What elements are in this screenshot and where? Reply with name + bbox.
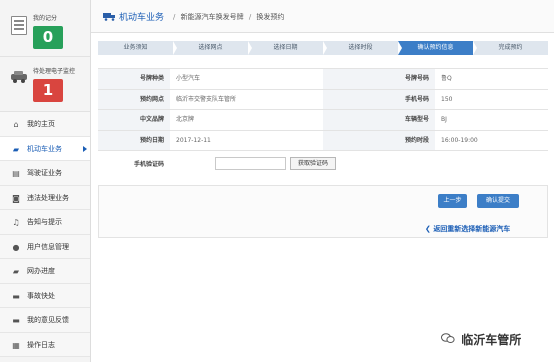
get-code-button[interactable]: 获取验证码 (290, 157, 336, 170)
home-icon: ⌂ (13, 120, 19, 129)
model-value: BJ (441, 116, 447, 123)
document-icon (11, 16, 27, 35)
sidebar-item-label: 网办进度 (27, 267, 55, 275)
table-row: 号牌种类 小型汽车 号牌号码 鲁Q (98, 69, 548, 90)
breadcrumb: / 新能源汽车换发号牌 / 换发预约 (170, 12, 284, 22)
branch-value: 临沂市交警支队车管所 (176, 95, 237, 103)
sidebar-item-log[interactable]: ▦ 操作日志 (0, 332, 90, 357)
car-icon: ▬ (12, 291, 20, 301)
sidebar-item-label: 违法处理业务 (27, 193, 69, 202)
table-row: 中文品牌 北京牌 车辆型号 BJ (98, 110, 548, 131)
phone-label: 手机号码 (323, 89, 435, 109)
score-panel: 我的记分 0 (0, 0, 90, 57)
truck-icon: ▰ (12, 144, 20, 154)
back-link-label: 返回重新选择新能源汽车 (433, 225, 511, 233)
sidebar-item-home[interactable]: ⌂ 我的主页 (0, 112, 90, 137)
truck-icon (103, 13, 115, 21)
time-label: 预约时段 (323, 130, 435, 150)
branch-label: 预约网点 (98, 89, 170, 109)
sidebar-item-accident[interactable]: ▬ 事故快处 (0, 283, 90, 308)
sidebar-item-label: 用户信息管理 (27, 242, 69, 251)
sidebar-item-feedback[interactable]: ▬ 我的意见反馈 (0, 308, 90, 333)
appointment-info-table: 号牌种类 小型汽车 号牌号码 鲁Q 预约网点 临沂市交警支队车管所 手机号码 1… (98, 68, 548, 178)
verification-code-input[interactable] (215, 157, 286, 170)
breadcrumb-item[interactable]: 新能源汽车换发号牌 (181, 13, 244, 21)
phone-value: 150 (441, 95, 453, 103)
score-value[interactable]: 0 (33, 26, 63, 49)
plate-type-label: 号牌种类 (98, 69, 170, 89)
date-label: 预约日期 (98, 130, 170, 150)
model-label: 车辆型号 (323, 110, 435, 130)
truck-icon: ▰ (12, 267, 20, 276)
bell-icon: ♫ (12, 218, 20, 227)
sidebar-item-notice[interactable]: ♫ 告知与提示 (0, 210, 90, 235)
log-icon: ▦ (12, 340, 20, 350)
sidebar-item-label: 事故快处 (27, 291, 55, 300)
breadcrumb-item: 换发预约 (256, 13, 285, 21)
back-link[interactable]: ❮ 返回重新选择新能源汽车 (425, 224, 510, 234)
camera-car-icon (11, 71, 27, 83)
breadcrumb-separator: / (173, 13, 176, 21)
sidebar-item-label: 机动车业务 (27, 144, 62, 153)
camera-icon: ◙ (12, 193, 20, 203)
breadcrumb-separator: / (248, 13, 252, 21)
plate-no-value: 鲁Q (441, 75, 452, 82)
score-label: 我的记分 (33, 15, 58, 22)
chevron-right-icon (83, 145, 87, 152)
step-item-current: 确认预约信息 (398, 41, 477, 55)
page-header: 机动车业务 / 新能源汽车换发号牌 / 换发预约 (91, 0, 554, 33)
step-item: 业务须知 (98, 41, 177, 55)
plate-type-value: 小型汽车 (176, 75, 201, 82)
step-item: 选择时段 (323, 41, 402, 55)
brand-value: 北京牌 (176, 116, 195, 123)
sidebar-item-vehicle[interactable]: ▰ 机动车业务 (0, 136, 90, 161)
sidebar-item-violation[interactable]: ◙ 违法处理业务 (0, 185, 90, 210)
sidebar: 我的记分 0 待处理电子监控 1 ⌂ 我的主页 ▰ 机动车业务 ▤ 驾驶证业务 … (0, 0, 91, 362)
sidebar-item-label: 操作日志 (27, 340, 55, 349)
watermark-label: 临沂车管所 (461, 333, 522, 347)
code-label: 手机验证码 (98, 151, 170, 178)
brand-label: 中文品牌 (98, 110, 170, 130)
sidebar-item-label: 告知与提示 (27, 218, 62, 226)
action-panel: 上一步 确认提交 ❮ 返回重新选择新能源汽车 (98, 185, 548, 238)
sidebar-item-user[interactable]: ● 用户信息管理 (0, 234, 90, 259)
step-item: 选择网点 (173, 41, 252, 55)
wechat-icon (441, 333, 455, 343)
plate-no-label: 号牌号码 (323, 69, 435, 89)
sidebar-item-label: 我的意见反馈 (27, 316, 69, 324)
sidebar-item-label: 驾驶证业务 (27, 169, 62, 177)
chevron-left-icon: ❮ (425, 225, 431, 233)
pending-panel: 待处理电子监控 1 (0, 57, 90, 112)
sidebar-item-label: 我的主页 (27, 120, 55, 128)
sidebar-nav: ⌂ 我的主页 ▰ 机动车业务 ▤ 驾驶证业务 ◙ 违法处理业务 ♫ 告知与提示 … (0, 112, 90, 357)
id-card-icon: ▤ (12, 169, 20, 178)
prev-button[interactable]: 上一步 (438, 194, 467, 208)
table-row: 预约日期 2017-12-11 预约时段 16:00-19:00 (98, 130, 548, 151)
confirm-submit-button[interactable]: 确认提交 (477, 194, 519, 208)
date-value: 2017-12-11 (176, 136, 211, 144)
pending-label: 待处理电子监控 (33, 68, 76, 75)
table-row: 预约网点 临沂市交警支队车管所 手机号码 150 (98, 89, 548, 110)
car-icon: ▬ (12, 316, 20, 325)
step-item: 完成预约 (473, 41, 548, 55)
pending-value[interactable]: 1 (33, 79, 63, 102)
sidebar-item-progress[interactable]: ▰ 网办进度 (0, 259, 90, 284)
step-progress: 业务须知 选择网点 选择日期 选择时段 确认预约信息 完成预约 (98, 41, 548, 55)
user-icon: ● (12, 242, 20, 252)
sidebar-item-license[interactable]: ▤ 驾驶证业务 (0, 161, 90, 186)
step-item: 选择日期 (248, 41, 327, 55)
time-value: 16:00-19:00 (441, 136, 478, 144)
watermark: 临沂车管所 (441, 331, 521, 348)
page-title[interactable]: 机动车业务 (119, 10, 164, 23)
